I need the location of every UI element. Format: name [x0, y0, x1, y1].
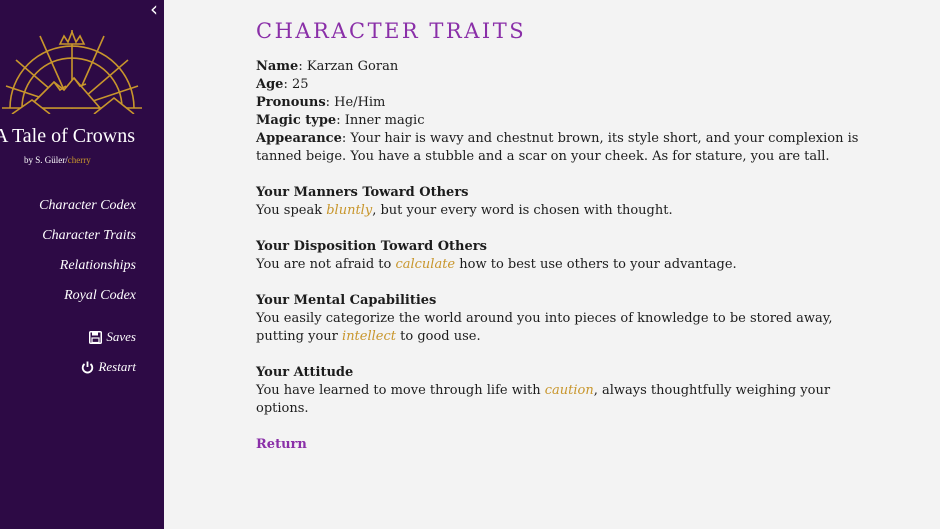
- text-before: You speak: [256, 203, 327, 218]
- trait-highlight: calculate: [395, 257, 456, 272]
- text-before: You have learned to move through life wi…: [256, 383, 545, 398]
- fact-label: Appearance: [256, 131, 342, 146]
- text-after: to good use.: [396, 329, 481, 344]
- section-text: You easily categorize the world around y…: [256, 310, 876, 346]
- restart-button[interactable]: Restart: [81, 359, 136, 375]
- return-link[interactable]: Return: [256, 436, 307, 454]
- restart-label: Restart: [98, 359, 136, 374]
- saves-button[interactable]: Saves: [89, 329, 136, 345]
- fact-appearance: Appearance: Your hair is wavy and chestn…: [256, 130, 876, 166]
- fact-magic-type: Magic type: Inner magic: [256, 112, 876, 130]
- fact-label: Pronouns: [256, 95, 326, 110]
- text-after: , but your every word is chosen with tho…: [372, 203, 673, 218]
- main-content: CHARACTER TRAITS Name: Karzan Goran Age:…: [256, 19, 876, 454]
- saves-label: Saves: [106, 329, 136, 344]
- fact-label: Magic type: [256, 113, 337, 128]
- story-title: A Tale of Crowns: [0, 125, 135, 147]
- section-text: You speak bluntly, but your every word i…: [256, 202, 876, 220]
- section-heading: Your Disposition Toward Others: [256, 239, 487, 254]
- trait-highlight: intellect: [342, 329, 396, 344]
- section-disposition: Your Disposition Toward Others You are n…: [256, 238, 876, 274]
- text-after: how to best use others to your advantage…: [455, 257, 737, 272]
- trait-highlight: bluntly: [326, 203, 373, 218]
- fact-pronouns: Pronouns: He/Him: [256, 94, 876, 112]
- fact-name: Name: Karzan Goran: [256, 58, 876, 76]
- sunburst-mountain-crown-icon: [2, 29, 142, 114]
- page-title: CHARACTER TRAITS: [256, 19, 527, 43]
- fact-value: : He/Him: [325, 95, 386, 110]
- nav-royal-codex[interactable]: Royal Codex: [64, 288, 136, 304]
- section-manners: Your Manners Toward Others You speak blu…: [256, 184, 876, 220]
- nav-character-codex[interactable]: Character Codex: [39, 198, 136, 214]
- fact-value: : Your hair is wavy and chestnut brown, …: [256, 131, 859, 164]
- section-mental: Your Mental Capabilities You easily cate…: [256, 292, 876, 346]
- collapse-sidebar-button[interactable]: ‹: [146, 0, 162, 21]
- text-before: You are not afraid to: [256, 257, 396, 272]
- sidebar: ‹ A Tale of Crowns by S. Güler/cherry Ch…: [0, 0, 164, 529]
- fact-label: Name: [256, 59, 299, 74]
- fact-value: : 25: [283, 77, 309, 92]
- chevron-left-icon: ‹: [150, 0, 158, 21]
- section-heading: Your Mental Capabilities: [256, 293, 437, 308]
- fact-label: Age: [256, 77, 284, 92]
- section-heading: Your Attitude: [256, 365, 354, 380]
- fact-value: : Karzan Goran: [298, 59, 399, 74]
- nav-relationships[interactable]: Relationships: [60, 258, 136, 274]
- section-text: You have learned to move through life wi…: [256, 382, 876, 418]
- section-text: You are not afraid to calculate how to b…: [256, 256, 876, 274]
- fact-value: : Inner magic: [336, 113, 425, 128]
- nav-character-traits[interactable]: Character Traits: [42, 228, 136, 244]
- trait-highlight: caution: [544, 383, 594, 398]
- byline: by S. Güler/cherry: [24, 155, 91, 165]
- byline-accent-link[interactable]: cherry: [68, 155, 91, 165]
- floppy-disk-icon: [89, 330, 103, 344]
- power-icon: [82, 361, 94, 373]
- section-heading: Your Manners Toward Others: [256, 185, 469, 200]
- byline-author: by S. Güler/: [24, 155, 68, 165]
- section-attitude: Your Attitude You have learned to move t…: [256, 364, 876, 418]
- fact-age: Age: 25: [256, 76, 876, 94]
